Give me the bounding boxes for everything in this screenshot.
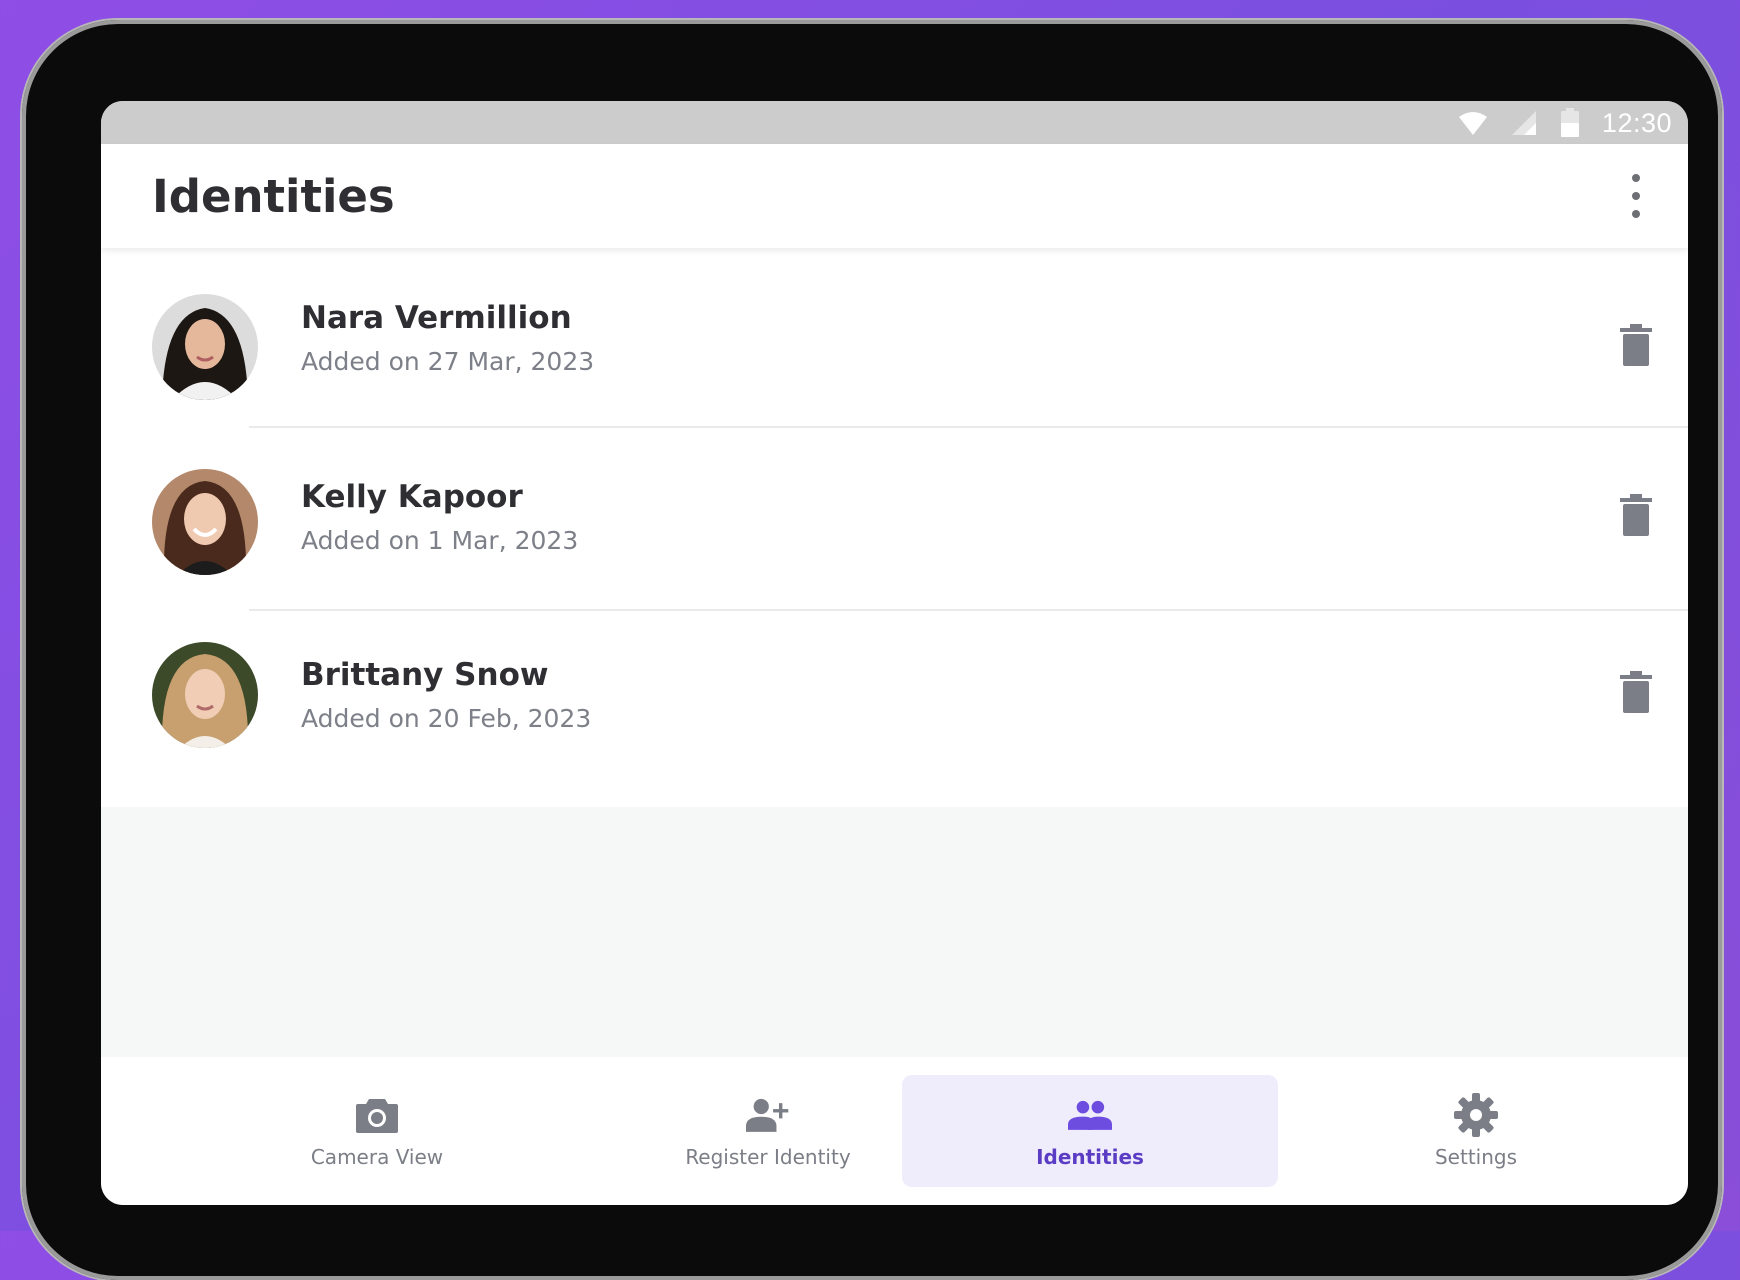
nav-identities[interactable]: Identities bbox=[902, 1075, 1278, 1187]
battery-icon bbox=[1560, 108, 1579, 137]
more-options-button[interactable] bbox=[1626, 174, 1646, 218]
list-item[interactable]: Kelly Kapoor Added on 1 Mar, 2023 bbox=[101, 428, 1688, 611]
list-item[interactable]: Brittany Snow Added on 20 Feb, 2023 bbox=[101, 611, 1688, 807]
nav-register-identity[interactable]: Register Identity bbox=[580, 1075, 956, 1187]
identity-name: Kelly Kapoor bbox=[301, 479, 523, 515]
gear-icon bbox=[1454, 1093, 1498, 1137]
identity-added-date: Added on 20 Feb, 2023 bbox=[301, 704, 592, 733]
delete-icon[interactable] bbox=[1620, 494, 1652, 536]
nav-label: Settings bbox=[1434, 1145, 1518, 1169]
nav-label: Identities bbox=[1036, 1145, 1144, 1169]
bottom-navigation: Camera View Register Identity Identities… bbox=[101, 1057, 1688, 1205]
nav-label: Camera View bbox=[310, 1145, 444, 1169]
avatar bbox=[152, 294, 258, 400]
tablet-frame: 12:30 Identities Nara Vermillion Added o… bbox=[22, 20, 1722, 1280]
identity-added-date: Added on 1 Mar, 2023 bbox=[301, 526, 579, 555]
identity-added-date: Added on 27 Mar, 2023 bbox=[301, 347, 595, 376]
nav-camera-view[interactable]: Camera View bbox=[189, 1075, 565, 1187]
nav-label: Register Identity bbox=[685, 1145, 851, 1169]
avatar bbox=[152, 642, 258, 748]
cellular-signal-icon bbox=[1511, 111, 1536, 135]
person-add-icon bbox=[746, 1098, 789, 1132]
people-icon bbox=[1068, 1100, 1112, 1130]
status-bar: 12:30 bbox=[101, 101, 1688, 144]
wifi-icon bbox=[1458, 112, 1487, 135]
identity-name: Nara Vermillion bbox=[301, 300, 572, 336]
app-bar: Identities bbox=[101, 144, 1688, 248]
list-item[interactable]: Nara Vermillion Added on 27 Mar, 2023 bbox=[101, 248, 1688, 428]
more-vert-icon bbox=[1632, 174, 1640, 182]
identity-list: Nara Vermillion Added on 27 Mar, 2023 Ke… bbox=[101, 248, 1688, 807]
avatar bbox=[152, 469, 258, 575]
status-time: 12:30 bbox=[1601, 107, 1672, 138]
page-title: Identities bbox=[152, 170, 395, 223]
nav-settings[interactable]: Settings bbox=[1288, 1075, 1664, 1187]
identity-name: Brittany Snow bbox=[301, 657, 549, 693]
screen: 12:30 Identities Nara Vermillion Added o… bbox=[101, 101, 1688, 1205]
delete-icon[interactable] bbox=[1620, 671, 1652, 713]
camera-icon bbox=[356, 1099, 398, 1133]
delete-icon[interactable] bbox=[1620, 324, 1652, 366]
